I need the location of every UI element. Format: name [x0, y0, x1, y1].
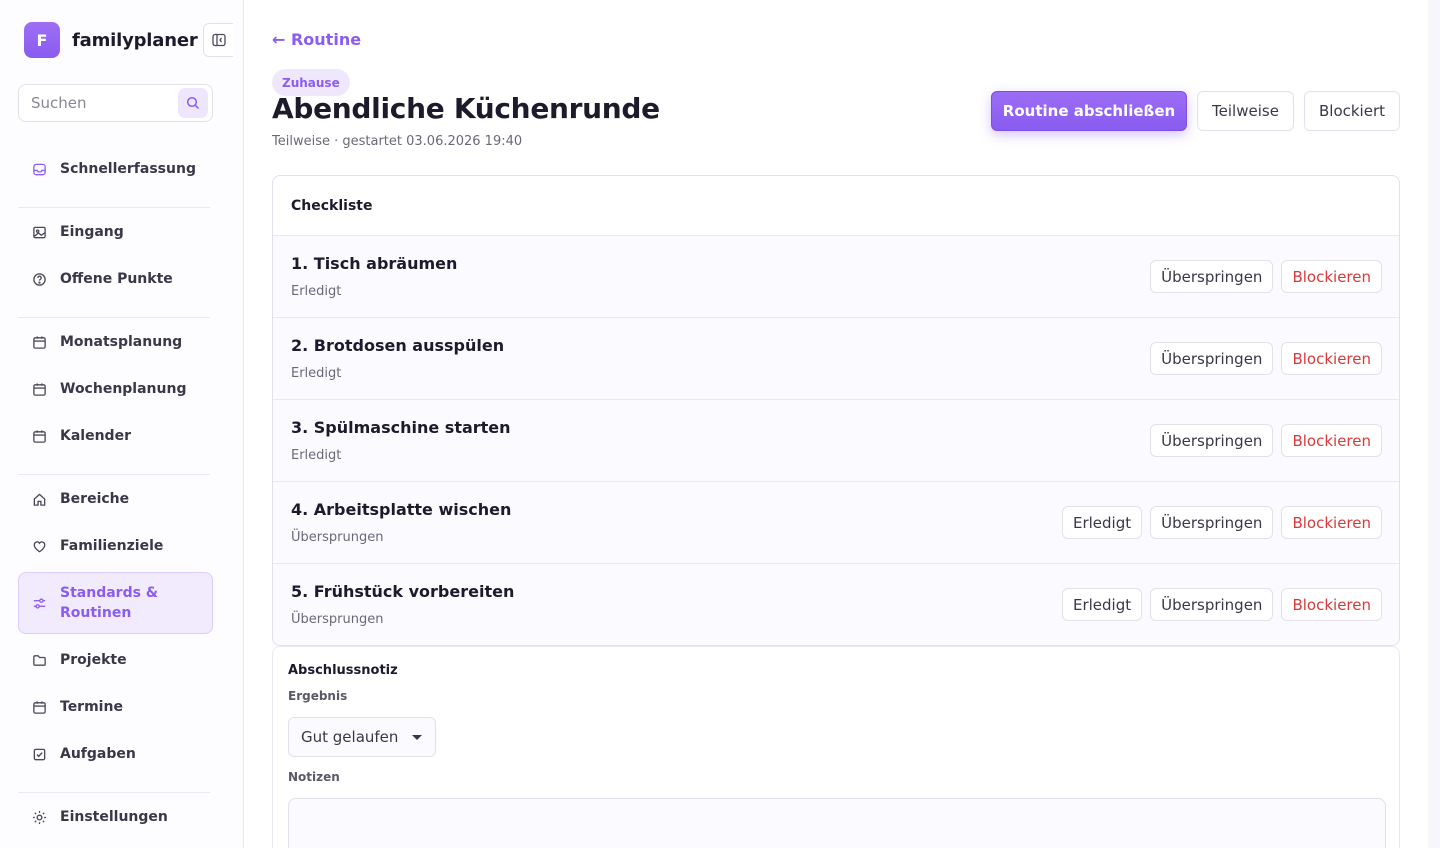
checklist-card: Checkliste 1. Tisch abräumen Erledigt Üb… — [272, 175, 1400, 646]
sidebar-item-familienziele[interactable]: Familienziele — [18, 526, 213, 566]
skip-button[interactable]: Überspringen — [1150, 424, 1274, 457]
notes-label: Notizen — [288, 770, 340, 784]
block-button[interactable]: Blockieren — [1281, 588, 1382, 621]
calendar-icon — [31, 334, 47, 350]
checkbox-icon — [31, 746, 47, 762]
main-content: ← Routine Zuhause Abendliche Küchenrunde… — [244, 0, 1440, 848]
partial-button[interactable]: Teilweise — [1197, 91, 1294, 131]
checklist-heading: Checkliste — [273, 176, 1399, 236]
question-circle-icon — [31, 271, 47, 287]
sidebar-item-kalender[interactable]: Kalender — [18, 416, 213, 456]
skip-button[interactable]: Überspringen — [1150, 506, 1274, 539]
sidebar-item-label: Einstellungen — [60, 809, 168, 825]
calendar-icon — [31, 428, 47, 444]
checklist-item-status: Erledigt — [291, 448, 342, 463]
page-title: Abendliche Küchenrunde — [272, 92, 660, 125]
notes-textarea[interactable] — [288, 798, 1386, 848]
skip-button[interactable]: Überspringen — [1150, 342, 1274, 375]
sidebar-item-label: Standards & Routinen — [60, 585, 158, 621]
page-subtitle: Teilweise · gestartet 03.06.2026 19:40 — [272, 134, 523, 149]
checklist-item-status: Übersprungen — [291, 612, 384, 627]
chevron-down-icon — [412, 735, 422, 740]
sidebar-item-label: Kalender — [60, 428, 131, 444]
heart-icon — [31, 538, 47, 554]
sidebar-item-label: Familienziele — [60, 538, 164, 554]
sidebar-item-label: Eingang — [60, 224, 124, 240]
skip-button[interactable]: Überspringen — [1150, 260, 1274, 293]
completion-note-card: Abschlussnotiz Ergebnis Gut gelaufen Not… — [272, 646, 1400, 848]
sidebar-item-label: Offene Punkte — [60, 271, 173, 287]
sidebar-item-bereiche[interactable]: Bereiche — [18, 479, 213, 519]
sidebar-item-label: Bereiche — [60, 491, 130, 507]
brand[interactable]: F familyplaner — [24, 22, 198, 58]
sidebar-item-einstellungen[interactable]: Einstellungen — [18, 797, 213, 837]
brand-logo: F — [24, 22, 60, 58]
search-icon — [186, 96, 200, 110]
block-button[interactable]: Blockieren — [1281, 260, 1382, 293]
sidebar-item-projekte[interactable]: Projekte — [18, 640, 213, 680]
sidebar-item-wochenplanung[interactable]: Wochenplanung — [18, 369, 213, 409]
completion-note-title: Abschlussnotiz — [288, 663, 398, 678]
nav-divider — [18, 207, 210, 208]
checklist-item-title: 5. Frühstück vorbereiten — [291, 582, 515, 601]
block-button[interactable]: Blockieren — [1281, 506, 1382, 539]
sidebar-item-label: Termine — [60, 699, 123, 715]
brand-name: familyplaner — [72, 29, 198, 51]
sidebar-item-schnellerfassung[interactable]: Schnellerfassung — [18, 149, 213, 189]
complete-routine-button[interactable]: Routine abschließen — [991, 91, 1187, 131]
sidebar-item-label: Schnellerfassung — [60, 161, 196, 177]
sidebar-item-termine[interactable]: Termine — [18, 687, 213, 727]
nav-divider — [18, 317, 210, 318]
checklist-item-title: 1. Tisch abräumen — [291, 254, 458, 273]
checklist-item: 3. Spülmaschine starten Erledigt Überspr… — [273, 400, 1399, 482]
sidebar-item-offene-punkte[interactable]: Offene Punkte — [18, 259, 213, 299]
folder-icon — [31, 652, 47, 668]
blocked-button[interactable]: Blockiert — [1304, 91, 1400, 131]
checklist-item-status: Erledigt — [291, 284, 342, 299]
sidebar-item-standards-routinen[interactable]: Standards & Routinen — [18, 572, 213, 634]
sidebar-item-label: Aufgaben — [60, 746, 136, 762]
search-box — [18, 84, 213, 122]
settings-icon — [31, 809, 47, 825]
collapse-sidebar-button[interactable] — [203, 23, 233, 57]
sidebar-item-label: Projekte — [60, 652, 127, 668]
sidebar-item-monatsplanung[interactable]: Monatsplanung — [18, 322, 213, 362]
sidebar-item-aufgaben[interactable]: Aufgaben — [18, 734, 213, 774]
inbox-icon — [31, 161, 47, 177]
scrollbar[interactable] — [1428, 0, 1440, 848]
result-select-value: Gut gelaufen — [301, 728, 399, 746]
sidebar-item-eingang[interactable]: Eingang — [18, 212, 213, 252]
nav-divider — [18, 792, 210, 793]
checklist-item: 1. Tisch abräumen Erledigt Überspringen … — [273, 236, 1399, 318]
nav-divider — [18, 474, 210, 475]
image-icon — [31, 224, 47, 240]
search-input[interactable] — [19, 94, 169, 112]
checklist-item-title: 3. Spülmaschine starten — [291, 418, 511, 437]
checklist-item: 5. Frühstück vorbereiten Übersprungen Er… — [273, 564, 1399, 645]
result-label: Ergebnis — [288, 689, 348, 703]
sliders-icon — [31, 595, 47, 611]
checklist-item-title: 2. Brotdosen ausspülen — [291, 336, 505, 355]
done-button[interactable]: Erledigt — [1061, 588, 1143, 621]
block-button[interactable]: Blockieren — [1281, 424, 1382, 457]
sidebar: F familyplaner Schnellerfassung — [0, 0, 244, 848]
sidebar-item-label: Wochenplanung — [60, 381, 187, 397]
search-button[interactable] — [178, 88, 208, 118]
checklist-item-title: 4. Arbeitsplatte wischen — [291, 500, 512, 519]
done-button[interactable]: Erledigt — [1061, 506, 1143, 539]
calendar-icon — [31, 699, 47, 715]
checklist-item-status: Erledigt — [291, 366, 342, 381]
home-icon — [31, 491, 47, 507]
block-button[interactable]: Blockieren — [1281, 342, 1382, 375]
skip-button[interactable]: Überspringen — [1150, 588, 1274, 621]
result-select[interactable]: Gut gelaufen — [288, 717, 436, 757]
calendar-icon — [31, 381, 47, 397]
checklist-item: 2. Brotdosen ausspülen Erledigt Überspri… — [273, 318, 1399, 400]
back-link[interactable]: ← Routine — [272, 30, 361, 49]
sidebar-item-label: Monatsplanung — [60, 334, 183, 350]
checklist-item-status: Übersprungen — [291, 530, 384, 545]
checklist-item: 4. Arbeitsplatte wischen Übersprungen Er… — [273, 482, 1399, 564]
sidebar-collapse-icon — [211, 33, 226, 47]
